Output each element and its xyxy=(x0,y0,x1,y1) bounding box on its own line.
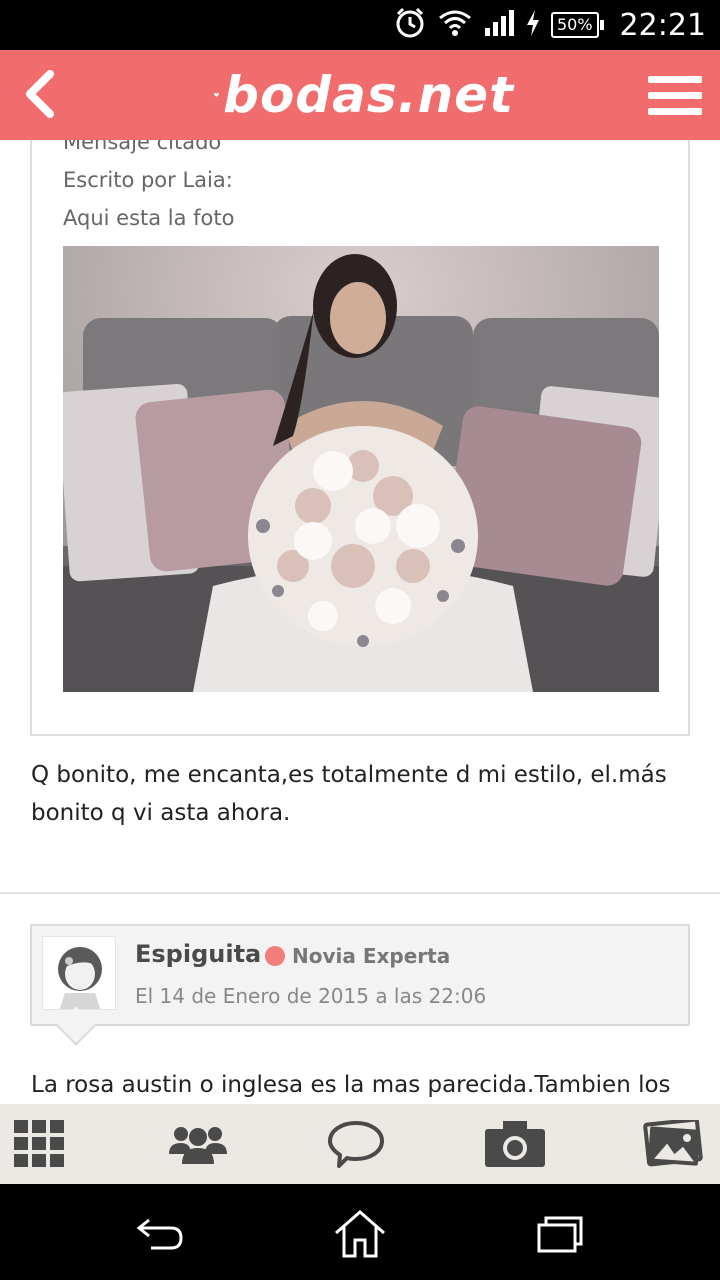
bodas-logo[interactable]: bodas.net xyxy=(214,60,514,130)
battery-level: 50% xyxy=(550,12,599,38)
heart-icon xyxy=(214,92,219,98)
community-button[interactable] xyxy=(167,1113,229,1175)
signal-icon xyxy=(483,8,515,43)
nav-recent-icon xyxy=(537,1216,583,1253)
nav-back-icon xyxy=(136,1218,183,1250)
avatar[interactable] xyxy=(42,936,116,1010)
community-icon xyxy=(168,1127,227,1164)
gallery-button[interactable] xyxy=(642,1113,704,1175)
camera-icon xyxy=(484,1121,545,1167)
menu-button[interactable] xyxy=(648,68,702,122)
status-icons: 50% 22:21 xyxy=(393,6,706,44)
nav-back-button[interactable] xyxy=(130,1206,190,1262)
nav-home-icon xyxy=(335,1210,385,1258)
logo-text: bodas.net xyxy=(223,66,514,124)
reply-text: Q bonito, me encanta,es totalmente d mi … xyxy=(31,762,667,826)
charging-icon xyxy=(525,9,541,42)
gallery-icon xyxy=(643,1120,703,1167)
back-button[interactable] xyxy=(14,64,64,124)
wifi-icon xyxy=(437,8,473,43)
chat-icon xyxy=(328,1121,384,1168)
reply-text-2: La rosa austin o inglesa es la mas parec… xyxy=(31,1072,671,1098)
grid-icon xyxy=(14,1120,64,1167)
grid-button[interactable] xyxy=(8,1113,70,1175)
nav-home-button[interactable] xyxy=(330,1206,390,1262)
menu-icon xyxy=(648,75,702,83)
system-nav-bar xyxy=(0,1184,720,1280)
author-role: Novia Experta xyxy=(292,944,451,968)
post-date: El 14 de Enero de 2015 a las 22:06 xyxy=(135,984,487,1008)
nav-recent-button[interactable] xyxy=(530,1206,590,1262)
chat-button[interactable] xyxy=(325,1113,387,1175)
quote-header: Mensaje citado xyxy=(63,140,222,154)
clock: 22:21 xyxy=(619,7,706,43)
divider xyxy=(0,892,720,894)
quoted-message: Mensaje citado Escrito por Laia: Aqui es… xyxy=(30,140,690,736)
bottom-toolbar xyxy=(0,1104,720,1184)
app-bar: bodas.net xyxy=(0,50,720,140)
author-card[interactable]: Espiguita Novia Experta El 14 de Enero d… xyxy=(30,924,690,1026)
bride-bouquet-photo[interactable] xyxy=(63,246,659,692)
status-bar: 50% 22:21 xyxy=(0,0,720,50)
thread-content: Mensaje citado Escrito por Laia: Aqui es… xyxy=(0,140,720,1104)
camera-button[interactable] xyxy=(484,1113,546,1175)
battery-icon: 50% xyxy=(550,12,604,38)
online-status-dot xyxy=(265,946,285,966)
quote-author: Escrito por Laia: xyxy=(63,168,233,192)
alarm-icon xyxy=(393,6,427,45)
author-name[interactable]: Espiguita xyxy=(135,940,261,968)
quote-text: Aqui esta la foto xyxy=(63,206,235,230)
back-icon xyxy=(26,70,54,118)
